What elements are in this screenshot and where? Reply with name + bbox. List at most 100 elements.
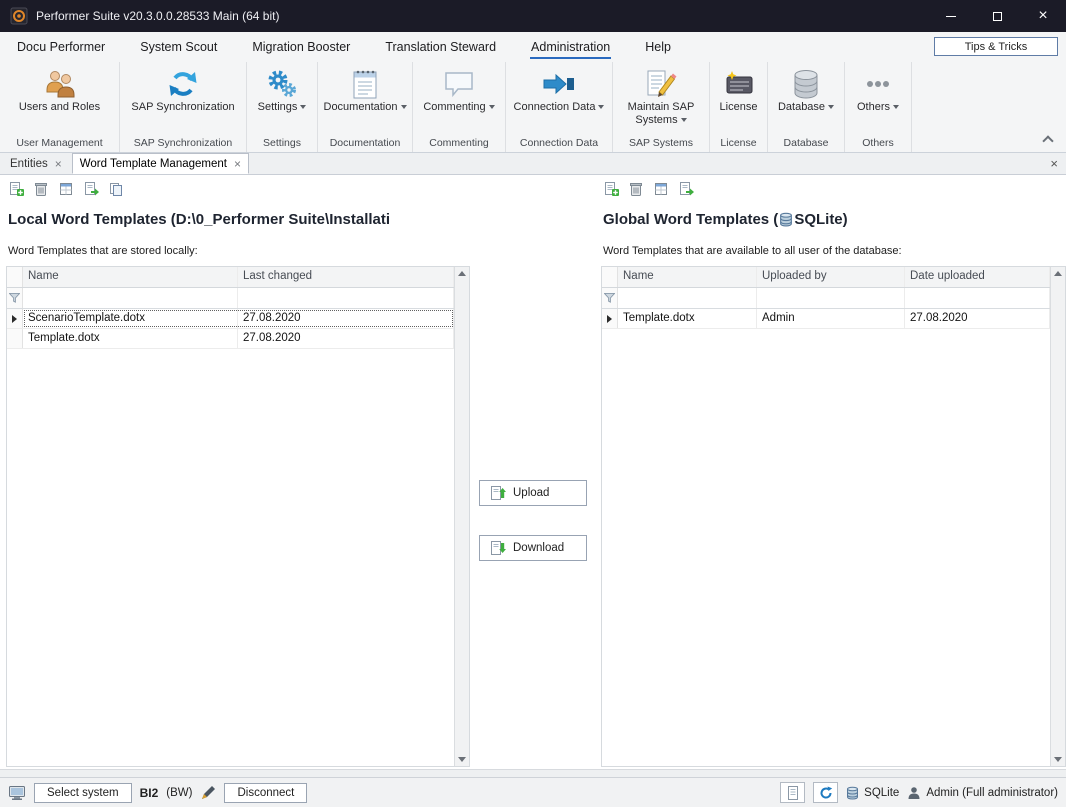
app-icon <box>10 7 28 25</box>
ribbon-group-caption: Connection Data <box>506 135 612 152</box>
download-icon <box>490 540 506 556</box>
vertical-scrollbar[interactable] <box>454 267 469 766</box>
import-template-button[interactable] <box>676 179 696 199</box>
filter-cell-date-uploaded[interactable] <box>905 288 1050 308</box>
tab-close-icon[interactable] <box>55 159 62 169</box>
tips-tricks-button[interactable]: Tips & Tricks <box>934 37 1058 56</box>
select-system-button[interactable]: Select system <box>34 783 132 803</box>
import-template-button[interactable] <box>81 179 101 199</box>
ribbon-group-connection-data: Connection Data Connection Data <box>506 62 613 152</box>
cell-uploaded-by[interactable]: Admin <box>757 309 905 328</box>
dropdown-chevron-icon <box>401 105 407 109</box>
database-label: SQLite <box>864 787 899 799</box>
users-and-roles-button[interactable]: Users and Roles <box>0 62 119 135</box>
tab-entities[interactable]: Entities <box>2 153 70 174</box>
tips-tricks-label: Tips & Tricks <box>965 41 1028 53</box>
cell-name[interactable]: ScenarioTemplate.dotx <box>23 309 238 328</box>
add-template-button[interactable] <box>6 179 26 199</box>
ribbon-group-documentation: Documentation Documentation <box>318 62 413 152</box>
menu-translation-steward[interactable]: Translation Steward <box>384 35 497 59</box>
menu-system-scout[interactable]: System Scout <box>139 35 218 59</box>
scroll-up-icon[interactable] <box>1054 271 1062 276</box>
add-template-button[interactable] <box>601 179 621 199</box>
column-header-date-uploaded[interactable]: Date uploaded <box>905 267 1050 287</box>
ribbon-group-caption: License <box>710 135 767 152</box>
menubar: Docu Performer System Scout Migration Bo… <box>0 32 1066 62</box>
sap-synchronization-button[interactable]: SAP Synchronization <box>120 62 246 135</box>
delete-template-button[interactable] <box>626 179 646 199</box>
filter-row <box>7 288 454 309</box>
menu-migration-booster[interactable]: Migration Booster <box>251 35 351 59</box>
row-arrow-icon <box>12 315 17 323</box>
tab-close-icon[interactable] <box>234 159 241 169</box>
cell-last-changed[interactable]: 27.08.2020 <box>238 309 454 328</box>
filter-cell-uploaded-by[interactable] <box>757 288 905 308</box>
local-templates-table: Name Last changed Sc <box>6 266 470 767</box>
download-button[interactable]: Download <box>479 535 587 561</box>
table-row[interactable]: Template.dotx 27.08.2020 <box>7 329 454 349</box>
dropdown-chevron-icon <box>598 105 604 109</box>
commenting-button[interactable]: Commenting <box>413 62 505 135</box>
table-row[interactable]: ScenarioTemplate.dotx 27.08.2020 <box>7 309 454 329</box>
tabstrip-close-icon[interactable] <box>1050 156 1058 171</box>
ribbon-button-label: Connection Data <box>514 101 596 113</box>
delete-icon <box>33 181 49 197</box>
maximize-button[interactable] <box>974 0 1020 32</box>
duplicate-template-button[interactable] <box>106 179 126 199</box>
select-system-label: Select system <box>47 787 119 799</box>
document-log-button[interactable] <box>780 782 805 803</box>
cell-name[interactable]: Template.dotx <box>23 329 238 348</box>
column-header-uploaded-by[interactable]: Uploaded by <box>757 267 905 287</box>
table-header-row: Name Last changed <box>7 267 454 288</box>
maximize-icon <box>993 12 1002 21</box>
filter-row <box>602 288 1050 309</box>
user-label: Admin (Full administrator) <box>926 787 1058 799</box>
table-row[interactable]: Template.dotx Admin 27.08.2020 <box>602 309 1050 329</box>
import-template-icon <box>678 181 694 197</box>
delete-template-button[interactable] <box>31 179 51 199</box>
refresh-button[interactable] <box>813 782 838 803</box>
upload-button[interactable]: Upload <box>479 480 587 506</box>
menu-help[interactable]: Help <box>644 35 672 59</box>
settings-button[interactable]: Settings <box>247 62 317 135</box>
filter-cell-name[interactable] <box>618 288 757 308</box>
bottom-splitter[interactable] <box>0 769 1066 777</box>
cell-date-uploaded[interactable]: 27.08.2020 <box>905 309 1050 328</box>
delete-icon <box>628 181 644 197</box>
documentation-button[interactable]: Documentation <box>318 62 412 135</box>
column-header-last-changed[interactable]: Last changed <box>238 267 454 287</box>
filter-funnel-icon <box>9 293 20 303</box>
maintain-sap-systems-button[interactable]: Maintain SAP Systems <box>613 62 709 135</box>
scroll-up-icon[interactable] <box>458 271 466 276</box>
others-icon <box>862 68 894 100</box>
column-header-name[interactable]: Name <box>23 267 238 287</box>
menu-administration[interactable]: Administration <box>530 35 611 59</box>
dropdown-chevron-icon <box>681 118 687 122</box>
add-template-icon <box>8 181 24 197</box>
license-button[interactable]: License <box>710 62 767 135</box>
cell-last-changed[interactable]: 27.08.2020 <box>238 329 454 348</box>
filter-cell-name[interactable] <box>23 288 238 308</box>
tab-word-template-management[interactable]: Word Template Management <box>72 153 249 174</box>
open-template-button[interactable] <box>56 179 76 199</box>
column-header-name[interactable]: Name <box>618 267 757 287</box>
dropdown-chevron-icon <box>489 105 495 109</box>
filter-cell-last-changed[interactable] <box>238 288 454 308</box>
global-templates-panel: Global Word Templates (SQLite) Word Temp… <box>595 175 1066 769</box>
open-template-button[interactable] <box>651 179 671 199</box>
ribbon-group-caption: SAP Systems <box>613 135 709 152</box>
disconnect-button[interactable]: Disconnect <box>224 783 307 803</box>
database-button[interactable]: Database <box>768 62 844 135</box>
scroll-down-icon[interactable] <box>458 757 466 762</box>
close-button[interactable] <box>1020 0 1066 32</box>
menu-docu-performer[interactable]: Docu Performer <box>16 35 106 59</box>
vertical-scrollbar[interactable] <box>1050 267 1065 766</box>
ribbon-collapse-icon[interactable] <box>1042 135 1053 146</box>
open-template-icon <box>58 181 74 197</box>
others-button[interactable]: Others <box>845 62 911 135</box>
minimize-button[interactable] <box>928 0 974 32</box>
ribbon-button-label: License <box>720 101 758 113</box>
scroll-down-icon[interactable] <box>1054 757 1062 762</box>
cell-name[interactable]: Template.dotx <box>618 309 757 328</box>
connection-data-button[interactable]: Connection Data <box>506 62 612 135</box>
